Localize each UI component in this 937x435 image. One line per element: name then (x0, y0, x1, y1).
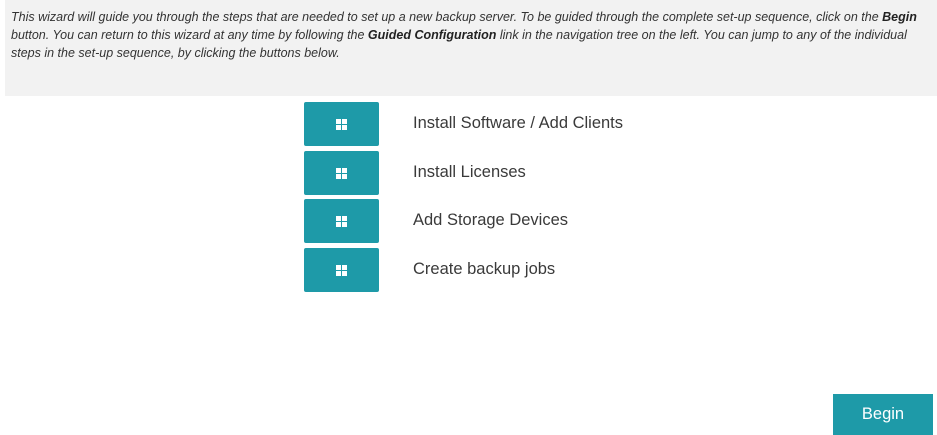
intro-text: This wizard will guide you through the s… (11, 8, 926, 62)
step-row-create-backup-jobs: Create backup jobs (304, 248, 724, 292)
add-storage-devices-button[interactable] (304, 199, 379, 243)
step-row-install-licenses: Install Licenses (304, 151, 724, 195)
intro-text-part-2: button. You can return to this wizard at… (11, 28, 368, 42)
begin-button[interactable]: Begin (833, 394, 933, 435)
step-label-create-backup-jobs: Create backup jobs (413, 260, 556, 278)
intro-begin-emphasis: Begin (882, 10, 917, 24)
grid-icon (336, 167, 347, 179)
intro-guided-configuration-emphasis: Guided Configuration (367, 28, 497, 42)
step-label-add-storage-devices: Add Storage Devices (413, 211, 569, 229)
create-backup-jobs-button[interactable] (304, 248, 379, 292)
intro-panel: This wizard will guide you through the s… (5, 0, 937, 96)
install-software-button[interactable] (304, 102, 379, 146)
step-row-add-storage-devices: Add Storage Devices (304, 199, 724, 243)
grid-icon (336, 264, 347, 276)
grid-icon (336, 215, 347, 227)
install-licenses-button[interactable] (304, 151, 379, 195)
step-label-install-licenses: Install Licenses (413, 163, 526, 181)
grid-icon (336, 118, 347, 130)
intro-text-part-1: This wizard will guide you through the s… (11, 10, 883, 24)
step-row-install-software: Install Software / Add Clients (304, 102, 724, 146)
step-label-install-software: Install Software / Add Clients (413, 114, 624, 132)
